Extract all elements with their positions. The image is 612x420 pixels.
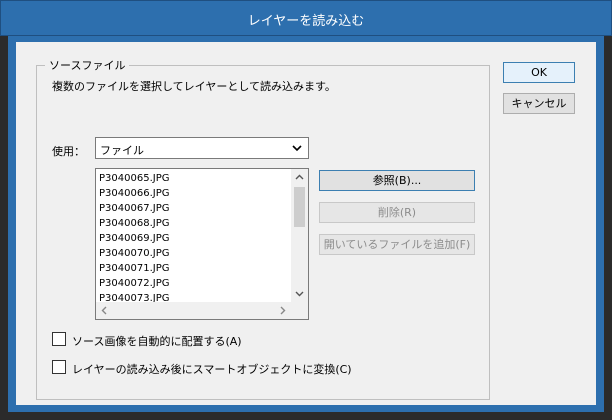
chevron-down-icon	[292, 145, 302, 152]
list-item[interactable]: P3040067.JPG	[98, 201, 292, 216]
file-list[interactable]: P3040065.JPG P3040066.JPG P3040067.JPG P304…	[95, 168, 309, 320]
list-item[interactable]: P3040068.JPG	[98, 216, 292, 231]
list-item[interactable]: P3040069.JPG	[98, 231, 292, 246]
use-label: 使用：	[52, 145, 85, 158]
source-description: 複数のファイルを選択してレイヤーとして読み込みます。	[52, 80, 336, 93]
list-item[interactable]: P3040071.JPG	[98, 261, 292, 276]
cancel-button[interactable]: キャンセル	[503, 93, 575, 114]
vertical-scroll-thumb[interactable]	[294, 187, 305, 227]
scroll-down-arrow-icon[interactable]	[291, 285, 308, 302]
list-item[interactable]: P3040072.JPG	[98, 276, 292, 291]
scroll-up-arrow-icon[interactable]	[291, 169, 308, 186]
browse-button[interactable]: 参照(B)...	[319, 170, 475, 191]
vertical-scrollbar[interactable]	[291, 169, 308, 302]
title-bar[interactable]: レイヤーを読み込む	[0, 0, 612, 36]
source-files-legend: ソースファイル	[49, 59, 126, 72]
file-list-items: P3040065.JPG P3040066.JPG P3040067.JPG P304…	[98, 171, 292, 306]
add-open-files-button[interactable]: 開いているファイルを追加(F)	[319, 234, 475, 255]
dialog-title: レイヤーを読み込む	[247, 14, 365, 29]
list-item[interactable]: P3040065.JPG	[98, 171, 292, 186]
delete-button[interactable]: 削除(R)	[319, 202, 475, 223]
load-layers-dialog: レイヤーを読み込む ソースファイル 複数のファイルを選択してレイヤーとして読み込…	[0, 0, 612, 420]
smart-object-checkbox[interactable]	[52, 360, 66, 374]
smart-object-label: レイヤーの読み込み後にスマートオブジェクトに変換(C)	[72, 363, 352, 376]
list-item[interactable]: P3040070.JPG	[98, 246, 292, 261]
auto-align-label: ソース画像を自動的に配置する(A)	[72, 335, 242, 348]
scrollbar-corner	[291, 302, 308, 319]
list-item[interactable]: P3040066.JPG	[98, 186, 292, 201]
ok-button[interactable]: OK	[503, 62, 575, 83]
auto-align-checkbox[interactable]	[52, 332, 66, 346]
scroll-left-arrow-icon[interactable]	[96, 302, 113, 319]
use-dropdown[interactable]: ファイル	[95, 137, 309, 159]
scroll-right-arrow-icon[interactable]	[274, 302, 291, 319]
horizontal-scrollbar[interactable]	[96, 302, 291, 319]
use-dropdown-value: ファイル	[100, 144, 144, 157]
